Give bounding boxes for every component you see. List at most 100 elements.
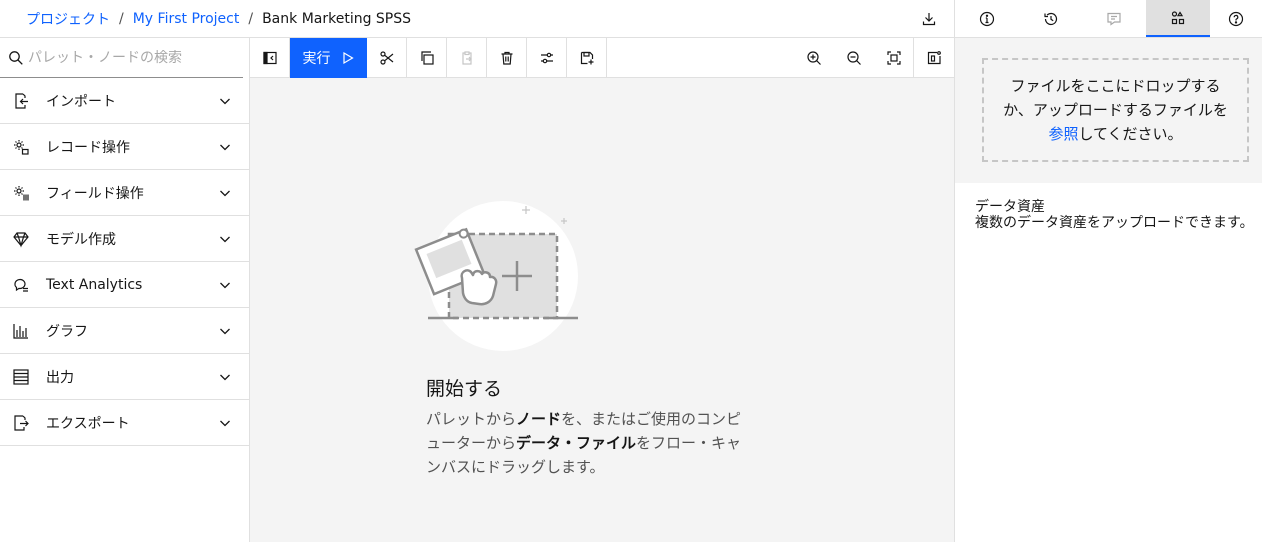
breadcrumb-projects[interactable]: プロジェクト [26,9,110,29]
data-assets-title: データ資産 [975,199,1045,215]
palette-category-label: フィールド操作 [46,185,144,202]
empty-state-text: パレットから [426,410,517,428]
palette-category-label: モデル作成 [46,231,116,248]
zoom-in-icon [807,51,821,65]
tab-data-assets[interactable] [1146,0,1211,37]
tab-comments[interactable] [1083,0,1147,37]
chevron-down-icon [220,282,230,289]
chevron-down-icon [220,420,230,427]
export-icon [11,413,31,433]
palette-category-label: エクスポート [46,415,130,432]
zoom-out-button[interactable] [834,38,874,78]
file-drop-area: ファイルをここにドロップするか、アップロードするファイルを参照してください。 [955,38,1262,183]
palette-category-field-ops[interactable]: フィールド操作 [0,170,249,216]
browse-link[interactable]: 参照 [1048,125,1078,143]
fit-to-screen-button[interactable] [874,38,914,78]
download-icon [922,13,936,26]
scissors-icon [379,51,393,65]
chevron-down-icon [220,236,230,243]
palette-category-label: インポート [46,93,116,110]
paste-button[interactable] [447,38,487,78]
delete-button[interactable] [487,38,527,78]
data-assets-description: 複数のデータ資産をアップロードできます。 [975,215,1254,231]
bar-chart-icon [11,321,31,341]
empty-state-bold: データ・ファイル [516,434,637,452]
palette-search [0,38,243,78]
text-analytics-icon [11,275,31,295]
drop-instructions: ファイルをここにドロップするか、アップロードするファイルを参照してください。 [1002,74,1229,146]
right-panel-tabs [954,0,1262,38]
zoom-in-button[interactable] [794,38,834,78]
drop-text: してください。 [1078,125,1183,143]
file-drop-zone[interactable]: ファイルをここにドロップするか、アップロードするファイルを参照してください。 [982,58,1249,162]
header-bar: プロジェクト / My First Project / Bank Marketi… [0,0,954,38]
empty-state-description: パレットからノードを、またはご使用のコンピューターからデータ・ファイルをフロー・… [426,407,756,479]
zoom-out-icon [847,51,861,65]
info-icon [979,11,994,26]
download-button[interactable] [918,8,940,30]
empty-state-title: 開始する [426,378,503,400]
trash-icon [501,51,512,65]
import-icon [11,91,31,111]
tab-help[interactable] [1210,0,1262,37]
palette-category-export[interactable]: エクスポート [0,400,249,446]
toggle-properties-button[interactable] [914,38,954,78]
palette-category-label: 出力 [46,369,74,386]
copy-icon [420,51,434,65]
cut-button[interactable] [367,38,407,78]
palette-search-input[interactable] [28,49,238,66]
panel-collapse-icon [262,51,277,65]
toggle-palette-button[interactable] [250,38,290,78]
chevron-down-icon [220,328,230,335]
palette-category-text-analytics[interactable]: Text Analytics [0,262,249,308]
breadcrumb-separator: / [119,10,124,27]
breadcrumb-separator: / [248,10,254,27]
copy-button[interactable] [407,38,447,78]
drop-text: ファイルをここにドロップするか、アップロードするファイルを [1003,77,1228,119]
palette-category-label: Text Analytics [46,276,143,293]
panel-expand-icon [927,51,941,65]
empty-state-bold: ノード [516,410,562,428]
save-icon [580,51,593,65]
palette-category-graphs[interactable]: グラフ [0,308,249,354]
diamond-icon [11,229,31,249]
settings-adjust-icon [540,52,553,64]
history-icon [1044,12,1057,25]
data-assets-icon [1172,10,1185,24]
canvas-toolbar: 実行 [250,38,954,78]
chevron-down-icon [220,144,230,151]
chat-icon [1107,12,1122,26]
palette-category-label: グラフ [46,323,88,340]
settings-button[interactable] [527,38,567,78]
field-ops-icon [11,183,31,203]
chevron-down-icon [220,190,230,197]
paste-icon [461,51,472,65]
run-button[interactable]: 実行 [290,38,367,78]
palette-category-output[interactable]: 出力 [0,354,249,400]
breadcrumb-project[interactable]: My First Project [133,11,240,27]
save-button[interactable] [567,38,607,78]
fit-to-screen-icon [886,51,901,65]
tab-history[interactable] [1019,0,1083,37]
chevron-down-icon [220,374,230,381]
palette-category-modeling[interactable]: モデル作成 [0,216,249,262]
breadcrumb: プロジェクト / My First Project / Bank Marketi… [0,9,411,29]
palette-category-label: レコード操作 [46,139,130,156]
help-icon [1228,11,1244,26]
output-icon [11,367,31,387]
node-palette: インポート レコード操作 フィールド操作 [0,38,250,542]
palette-category-import[interactable]: インポート [0,78,249,124]
run-label: 実行 [302,51,331,67]
app-root: プロジェクト / My First Project / Bank Marketi… [0,0,1262,542]
data-assets-panel: ファイルをここにドロップするか、アップロードするファイルを参照してください。 デ… [954,38,1262,542]
search-icon [9,50,23,65]
play-icon [342,51,354,65]
record-ops-icon [11,137,31,157]
chevron-down-icon [220,98,230,105]
drag-and-drop-illustration [414,201,578,351]
flow-canvas[interactable]: 開始する パレットからノードを、またはご使用のコンピューターからデータ・ファイル… [250,78,954,542]
page-title: Bank Marketing SPSS [262,10,412,27]
palette-category-record-ops[interactable]: レコード操作 [0,124,249,170]
tab-info[interactable] [955,0,1019,37]
